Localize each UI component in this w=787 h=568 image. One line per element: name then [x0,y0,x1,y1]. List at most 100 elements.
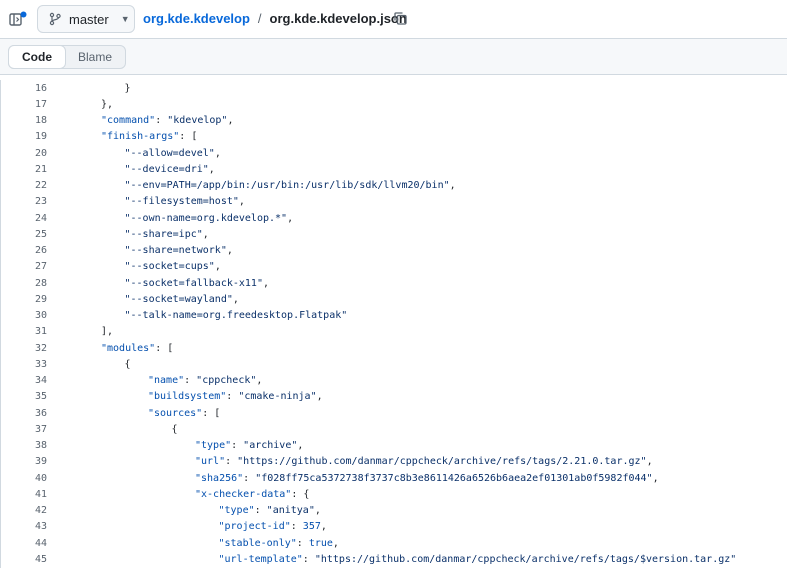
sidebar-toggle-icon[interactable] [8,9,30,29]
branch-name: master [69,11,109,27]
code-token: , [227,115,234,127]
code-token: , [226,245,233,257]
code-line: 17}, [1,96,787,112]
line-number[interactable]: 41 [1,489,47,500]
line-number[interactable]: 44 [1,538,47,549]
tab-code[interactable]: Code [8,45,66,69]
code-text: }, [47,99,113,110]
code-line: 28 "--socket=fallback-x11", [1,275,787,291]
code-line: 25 "--share=ipc", [1,226,787,242]
code-token: , [214,261,221,273]
code-text: "sources": [ [47,408,220,419]
code-text: "type": "archive", [47,440,303,451]
code-token: , [314,505,321,517]
tab-blame[interactable]: Blame [65,46,125,68]
code-line: 26 "--share=network", [1,243,787,259]
file-name: org.kde.kdevelop.json [269,11,407,26]
code-token: "type" [195,440,232,452]
line-number[interactable]: 31 [1,326,47,337]
line-number[interactable]: 36 [1,408,47,419]
line-number[interactable]: 26 [1,245,47,256]
line-number[interactable]: 27 [1,261,47,272]
line-number[interactable]: 21 [1,164,47,175]
line-number[interactable]: 28 [1,278,47,289]
line-number[interactable]: 39 [1,456,47,467]
line-number[interactable]: 23 [1,196,47,207]
chevron-down-icon: ▼ [120,14,130,24]
code-token: "modules" [101,342,156,354]
line-number[interactable]: 35 [1,391,47,402]
line-number[interactable]: 38 [1,440,47,451]
code-token: , [646,456,653,468]
code-token: ], [101,326,114,338]
code-text: "stable-only": true, [47,538,339,549]
line-number[interactable]: 20 [1,148,47,159]
line-number[interactable]: 32 [1,343,47,354]
code-text: "finish-args": [ [47,131,197,142]
line-number[interactable]: 33 [1,359,47,370]
code-token: : [225,456,238,468]
code-token: : [155,115,168,127]
code-token: "--socket=wayland" [124,293,233,305]
code-token: : [ [202,407,221,419]
code-token: : [184,375,197,387]
breadcrumb: org.kde.kdevelop / org.kde.kdevelop.json [143,11,407,26]
code-text: "--share=ipc", [47,229,209,240]
code-token: , [297,440,304,452]
code-token: "url" [195,456,226,468]
code-line: 43 "project-id": 357, [1,519,787,535]
code-token: "--share=ipc" [124,228,203,240]
code-token: "--env=PATH=/app/bin:/usr/bin:/usr/lib/s… [124,180,450,192]
code-token: "kdevelop" [167,115,228,127]
line-number[interactable]: 42 [1,505,47,516]
code-token: "name" [148,375,185,387]
line-number[interactable]: 34 [1,375,47,386]
code-token: "command" [101,115,156,127]
code-token: "f028ff75ca5372738f3737c8b3e8611426a6526… [255,472,653,484]
code-token: , [449,180,456,192]
line-number[interactable]: 37 [1,424,47,435]
code-token: }, [101,98,114,110]
code-line: 22 "--env=PATH=/app/bin:/usr/bin:/usr/lib… [1,178,787,194]
line-number[interactable]: 24 [1,213,47,224]
repo-link[interactable]: org.kde.kdevelop [143,11,250,26]
branch-selector[interactable]: master ▼ [37,5,135,33]
code-token: { [124,358,131,370]
code-token: "x-checker-data" [195,488,292,500]
breadcrumb-separator: / [257,11,262,26]
code-text: "modules": [ [47,343,173,354]
copy-path-button[interactable] [392,10,409,27]
line-number[interactable]: 43 [1,521,47,532]
line-number[interactable]: 29 [1,294,47,305]
code-line: 39 "url": "https://github.com/danmar/cppc… [1,454,787,470]
code-token: , [256,375,263,387]
code-line: 20 "--allow=devel", [1,145,787,161]
code-token: : [ [179,131,198,143]
code-line: 32 "modules": [ [1,340,787,356]
code-token: "--filesystem=host" [124,196,239,208]
code-token: : [296,537,309,549]
code-token: : [290,521,303,533]
code-token: "sha256" [195,472,244,484]
code-text: "--own-name=org.kdevelop.*", [47,212,294,224]
code-text: "--socket=fallback-x11", [47,278,270,289]
line-number[interactable]: 16 [1,83,47,94]
code-text: "--socket=cups", [47,261,221,272]
code-token: "stable-only" [218,537,297,549]
code-text: ], [47,326,113,337]
line-number[interactable]: 25 [1,229,47,240]
line-number[interactable]: 40 [1,473,47,484]
code-token: 357 [302,521,321,533]
line-number[interactable]: 30 [1,310,47,321]
line-number[interactable]: 22 [1,180,47,191]
line-number[interactable]: 18 [1,115,47,126]
line-number[interactable]: 19 [1,131,47,142]
code-line: 21 "--device=dri", [1,161,787,177]
line-number[interactable]: 45 [1,554,47,565]
code-line: 44 "stable-only": true, [1,535,787,551]
code-token: "--own-name=org.kdevelop.*" [124,212,288,224]
line-number[interactable]: 17 [1,99,47,110]
code-line: 16} [1,80,787,96]
code-token: } [124,82,131,94]
code-token: "archive" [243,440,298,452]
